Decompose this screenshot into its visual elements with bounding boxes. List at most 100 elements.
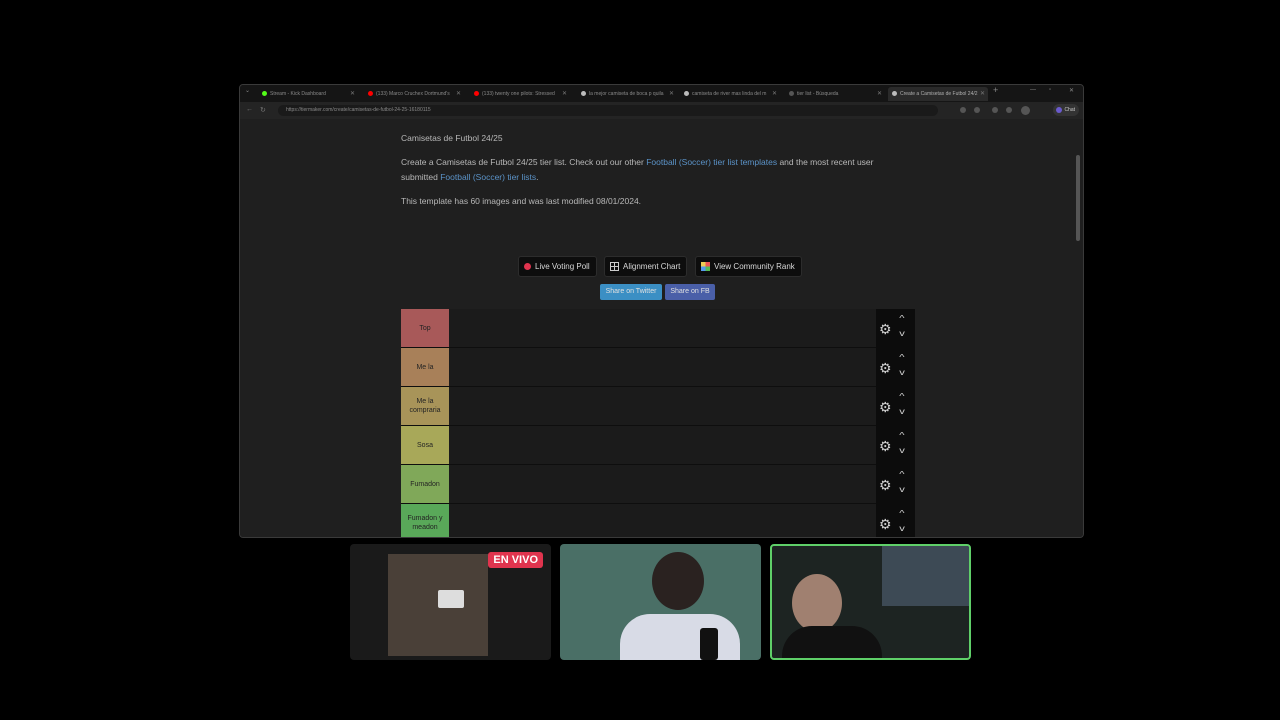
guest-2-body <box>782 626 882 658</box>
chevron-down-icon[interactable]: v <box>899 368 905 377</box>
profile-avatar[interactable] <box>1021 106 1030 115</box>
alignment-chart-button[interactable]: Alignment Chart <box>604 256 688 277</box>
browser-window: ⌄ Stream - Kick Dashboard ✕ (133) Marco Cr… <box>239 84 1084 538</box>
tab-favicon-icon <box>474 91 479 97</box>
tab-label: tier list - Búsqueda <box>797 91 839 97</box>
tier-controls: ⚙ ^ v <box>876 465 915 504</box>
url-text: https://tiermaker.com/create/camisetas-d… <box>286 107 431 113</box>
browser-tab[interactable]: la mejor camiseta de boca p quila ✕ <box>577 87 677 101</box>
tier-controls: ⚙ ^ v <box>876 504 915 537</box>
chevron-down-icon[interactable]: v <box>899 446 905 455</box>
share-fb-button[interactable]: Share on FB <box>665 284 715 300</box>
browser-tab[interactable]: Create a Camisetas de Futbol 24/2 ✕ <box>888 87 988 101</box>
live-voting-label: Live Voting Poll <box>535 262 590 271</box>
tab-label: la mejor camiseta de boca p quila <box>589 91 664 97</box>
community-rank-button[interactable]: View Community Rank <box>695 256 802 277</box>
tier-controls: ⚙ ^ v <box>876 348 915 387</box>
live-badge: EN VIVO <box>488 552 543 568</box>
settings-icon[interactable] <box>1006 107 1012 113</box>
scrollbar[interactable] <box>1076 155 1080 241</box>
tab-search-icon[interactable]: ⌄ <box>245 87 250 94</box>
chevron-up-icon[interactable]: ^ <box>899 431 904 440</box>
tab-close-icon[interactable]: ✕ <box>669 87 674 101</box>
gear-icon[interactable]: ⚙ <box>879 517 892 531</box>
tab-label: camiseta de river mas linda del m <box>692 91 767 97</box>
live-voting-button[interactable]: Live Voting Poll <box>518 256 597 277</box>
close-window-icon[interactable]: ✕ <box>1069 87 1074 94</box>
tier-controls: ⚙ ^ v <box>876 426 915 465</box>
guest-2-background-curtain <box>882 546 969 606</box>
tab-label: (133) twenty one pilots: Stressed <box>482 91 555 97</box>
maximize-icon[interactable]: ▫ <box>1049 87 1051 93</box>
favorites-icon[interactable] <box>974 107 980 113</box>
tier-row[interactable]: Sosa ⚙ ^ v <box>401 426 915 465</box>
chevron-up-icon[interactable]: ^ <box>899 509 904 518</box>
chat-button[interactable]: Chat <box>1053 104 1079 116</box>
microphone-icon <box>700 628 718 660</box>
back-icon[interactable]: ← <box>246 106 253 113</box>
tab-favicon-icon <box>368 91 373 97</box>
gear-icon[interactable]: ⚙ <box>879 400 892 414</box>
tab-label: Stream - Kick Dashboard <box>270 91 326 97</box>
chat-label: Chat <box>1064 107 1075 113</box>
template-info: This template has 60 images and was last… <box>401 196 642 206</box>
tier-controls: ⚙ ^ v <box>876 309 915 348</box>
gear-icon[interactable]: ⚙ <box>879 361 892 375</box>
intro-paragraph: Create a Camisetas de Futbol 24/25 tier … <box>401 155 911 185</box>
browser-tab[interactable]: (133) twenty one pilots: Stressed ✕ <box>470 87 570 101</box>
tier-label[interactable]: Me la compraria <box>401 387 449 425</box>
collections-icon[interactable] <box>992 107 998 113</box>
reload-icon[interactable]: ↻ <box>260 106 266 114</box>
tier-row[interactable]: Me la ⚙ ^ v <box>401 348 915 387</box>
browser-tab[interactable]: tier list - Búsqueda ✕ <box>785 87 885 101</box>
browser-tab[interactable]: (133) Marco Cruchex Dortmund's ✕ <box>364 87 464 101</box>
chevron-down-icon[interactable]: v <box>899 329 905 338</box>
tab-close-icon[interactable]: ✕ <box>350 87 355 101</box>
chevron-up-icon[interactable]: ^ <box>899 314 904 323</box>
minimize-icon[interactable]: — <box>1030 87 1036 93</box>
tab-favicon-icon <box>789 91 794 97</box>
tab-close-icon[interactable]: ✕ <box>877 87 882 101</box>
intro-text-1: Create a Camisetas de Futbol 24/25 tier … <box>401 157 644 167</box>
extension-icon[interactable] <box>960 107 966 113</box>
tier-label[interactable]: Sosa <box>401 426 449 464</box>
webcam-guest-1 <box>560 544 761 660</box>
tab-close-icon[interactable]: ✕ <box>980 87 985 101</box>
tab-favicon-icon <box>684 91 689 97</box>
screen-share-icon <box>438 590 464 608</box>
chevron-up-icon[interactable]: ^ <box>899 470 904 479</box>
chevron-up-icon[interactable]: ^ <box>899 353 904 362</box>
tab-close-icon[interactable]: ✕ <box>562 87 567 101</box>
url-field[interactable]: https://tiermaker.com/create/camisetas-d… <box>278 105 938 116</box>
chevron-down-icon[interactable]: v <box>899 485 905 494</box>
browser-tab[interactable]: camiseta de river mas linda del m ✕ <box>680 87 780 101</box>
templates-link[interactable]: Football (Soccer) tier list templates <box>646 157 777 167</box>
tab-close-icon[interactable]: ✕ <box>772 87 777 101</box>
webcam-guest-2 <box>770 544 971 660</box>
tier-row[interactable]: Top ⚙ ^ v <box>401 309 915 348</box>
gear-icon[interactable]: ⚙ <box>879 322 892 336</box>
copilot-icon <box>1056 107 1062 113</box>
chevron-up-icon[interactable]: ^ <box>899 392 904 401</box>
grid-icon <box>610 262 619 272</box>
tier-label[interactable]: Me la <box>401 348 449 386</box>
tier-row[interactable]: Fumadon y meadon ⚙ ^ v <box>401 504 915 537</box>
new-tab-button[interactable]: + <box>993 85 998 95</box>
tier-row[interactable]: Me la compraria ⚙ ^ v <box>401 387 915 426</box>
gear-icon[interactable]: ⚙ <box>879 439 892 453</box>
chevron-down-icon[interactable]: v <box>899 524 905 533</box>
tier-row[interactable]: Fumadon ⚙ ^ v <box>401 465 915 504</box>
tab-close-icon[interactable]: ✕ <box>456 87 461 101</box>
live-dot-icon <box>524 263 531 271</box>
gear-icon[interactable]: ⚙ <box>879 478 892 492</box>
tab-favicon-icon <box>581 91 586 97</box>
tier-label[interactable]: Top <box>401 309 449 347</box>
share-twitter-button[interactable]: Share on Twitter <box>600 284 662 300</box>
tier-label[interactable]: Fumadon y meadon <box>401 504 449 537</box>
browser-tab[interactable]: Stream - Kick Dashboard ✕ <box>258 87 358 101</box>
tier-label[interactable]: Fumadon <box>401 465 449 503</box>
guest-1-head <box>652 552 704 610</box>
chevron-down-icon[interactable]: v <box>899 407 905 416</box>
tier-lists-link[interactable]: Football (Soccer) tier lists <box>440 172 536 182</box>
community-rank-icon <box>701 262 710 272</box>
